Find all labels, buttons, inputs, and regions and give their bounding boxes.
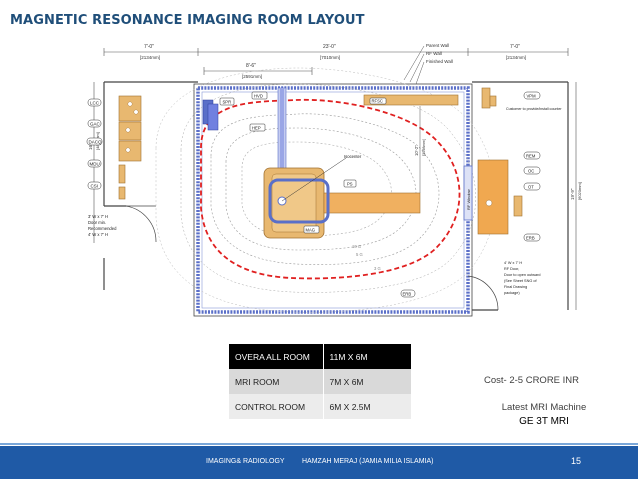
- dim-mid-mm: [2591mm]: [242, 74, 262, 79]
- gauss-label-5: 5 G: [356, 252, 363, 257]
- label-rfsc: RFSC: [372, 99, 383, 104]
- dim-right-ft: 7'-0": [510, 44, 520, 50]
- label-ot: OT: [528, 185, 534, 190]
- machine-heading: Latest MRI Machine: [501, 402, 587, 413]
- label-ps: PS: [347, 182, 353, 187]
- machine-info: Latest MRI Machine GE 3T MRI: [480, 401, 608, 429]
- label-door-right-1: 4' W x 7' H: [504, 261, 522, 265]
- label-door-right-5: Final Drawing: [504, 285, 527, 289]
- label-door-left-3: Recommended: [88, 226, 117, 231]
- label-csi: CSI: [91, 184, 99, 189]
- label-mag: MAG: [306, 228, 316, 233]
- dim-center-vertical: 10'-2": [414, 145, 419, 156]
- spec-row-mri-room: MRI ROOM 7M X 6M: [229, 369, 411, 394]
- footer-bar: IMAGING& RADIOLOGY HAMZAH MERAJ (JAMIA M…: [0, 446, 638, 479]
- label-door-right-2: RF Door,: [504, 267, 519, 271]
- dim-mid-ft: 8'-6": [246, 63, 256, 69]
- label-hvd: HVD: [254, 94, 263, 99]
- floor-plan-diagram: 7'-0" [2134mm] 23'-0" [7010mm] 7'-0" [21…: [86, 43, 582, 317]
- spec-label: OVERA ALL ROOM: [229, 344, 324, 369]
- spec-value: 11M X 6M: [323, 344, 411, 369]
- label-door-right-3: Door to open outward: [504, 273, 541, 277]
- top-dimensions: [103, 48, 569, 75]
- gauss-label-3: 3 G: [374, 266, 381, 271]
- label-door-left-2: Door min.: [88, 220, 106, 225]
- equipment-room: [103, 81, 198, 290]
- label-door-right-6: package): [504, 291, 520, 295]
- dim-left-ft: 7'-0": [144, 44, 154, 50]
- spec-value: 7M X 6M: [323, 369, 411, 394]
- label-dacq: DACQ: [89, 140, 103, 145]
- label-lcc: LCC: [90, 101, 100, 106]
- dim-left-mm: [2134mm]: [140, 55, 160, 60]
- footer-department: IMAGING& RADIOLOGY: [206, 458, 285, 465]
- label-door-left-1: 3' W x 7' H: [88, 214, 108, 219]
- spec-label: MRI ROOM: [229, 369, 324, 394]
- wall-parent-label: Parent Wall: [426, 43, 449, 48]
- label-spr: SPR: [223, 100, 232, 105]
- spec-row-overall: OVERA ALL ROOM 11M X 6M: [229, 344, 411, 369]
- dim-right-vertical: 19'-9": [570, 188, 575, 200]
- label-isocenter: Isocenter: [344, 154, 362, 159]
- cost-text: Cost- 2-5 CRORE INR: [484, 375, 580, 386]
- wall-rf-label: RF Wall: [426, 51, 442, 56]
- equipment-cabinets: [118, 95, 142, 200]
- label-hep: HEP: [252, 126, 261, 131]
- label-mdu: MDU: [90, 162, 100, 167]
- wall-finished-label: Finished Wall: [426, 59, 453, 64]
- dim-right-mm: [2134mm]: [506, 55, 526, 60]
- spec-row-control-room: CONTROL ROOM 6M X 2.5M: [229, 394, 411, 419]
- footer-author: HAMZAH MERAJ (JAMIA MILIA ISLAMIA): [302, 458, 434, 465]
- spec-value: 6M X 2.5M: [323, 394, 411, 419]
- dim-center-mm: [7010mm]: [320, 55, 340, 60]
- mri-magnet: [263, 157, 421, 239]
- room-spec-table: OVERA ALL ROOM 11M X 6M MRI ROOM 7M X 6M…: [229, 344, 411, 419]
- page-number: 15: [571, 456, 582, 466]
- slide: MAGNETIC RESONANCE IMAGING ROOM LAYOUT 7…: [0, 0, 638, 479]
- dim-center-ft: 23'-0": [323, 44, 336, 50]
- gauss-label-10: 10 G: [352, 244, 361, 249]
- label-oc: OC: [528, 169, 534, 174]
- label-erb-magnet-room: ERB: [403, 292, 412, 297]
- machine-model: GE 3T MRI: [519, 416, 569, 427]
- label-door-right-4: (See Sheet SNG of: [504, 279, 537, 283]
- label-erb: ERB: [526, 236, 535, 241]
- label-rem: REM: [526, 154, 536, 159]
- label-vpm: VPM: [527, 94, 537, 99]
- spec-label: CONTROL ROOM: [229, 394, 324, 419]
- label-gac: GAC: [90, 122, 101, 127]
- label-rf-window: RF Window: [466, 189, 471, 210]
- label-door-left-4: 4' W x 7' H: [88, 232, 108, 237]
- label-customer-note: Customer to provide/install counter: [506, 107, 562, 111]
- footer-divider: [0, 443, 638, 445]
- dim-right-vertical-mm: [6020mm]: [577, 182, 582, 200]
- slide-title: MAGNETIC RESONANCE IMAGING ROOM LAYOUT: [10, 13, 365, 28]
- dim-center-vertical-mm: [3098mm]: [422, 139, 426, 156]
